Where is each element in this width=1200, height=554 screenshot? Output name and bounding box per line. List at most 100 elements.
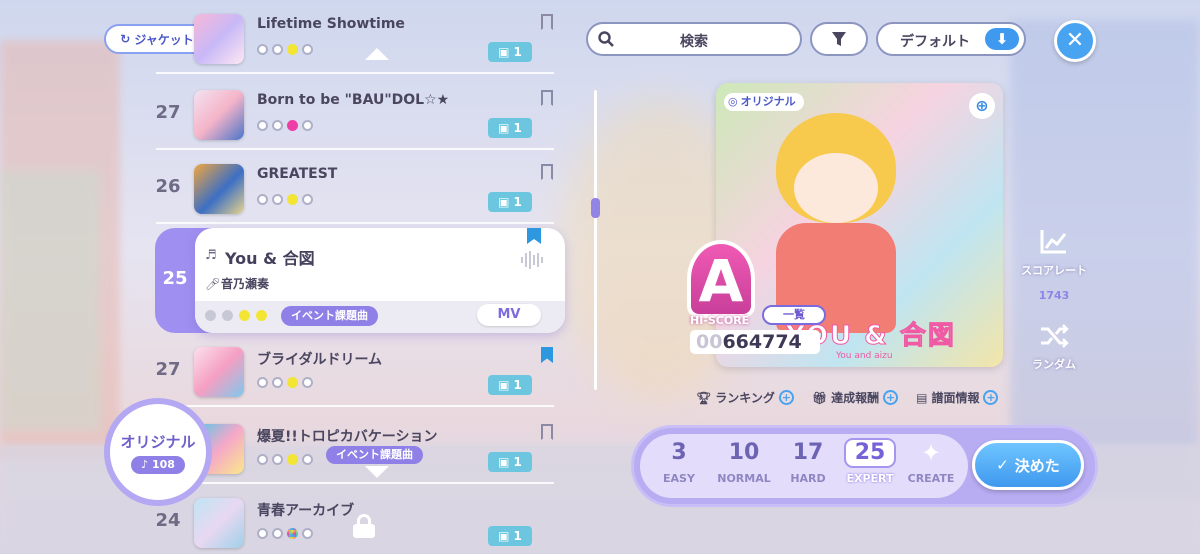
difficulty-create[interactable]: ✦ CREATE — [896, 438, 966, 485]
category-count-badge: ♪ 108 — [131, 455, 185, 474]
mv-button[interactable]: MV — [477, 304, 541, 326]
song-title: Lifetime Showtime — [257, 16, 405, 32]
search-button[interactable]: 検索 — [586, 22, 802, 56]
song-rank: 26 — [155, 176, 181, 197]
song-title: 青春アーカイブ — [257, 503, 355, 519]
song-title: You & 合図 — [225, 249, 315, 268]
score-rate-button[interactable]: スコアレート — [1016, 228, 1092, 278]
info-links: 🏆︎ ランキング + 🎁︎ 達成報酬 + ▤ 譜面情報 + — [696, 389, 999, 406]
difficulty-dots — [205, 310, 267, 321]
selected-song-card[interactable]: 25 ♬ You & 合図 🎤︎ 音乃瀬奏 イベント課題曲 MV — [155, 228, 565, 333]
filter-button[interactable] — [810, 22, 868, 56]
shuffle-icon — [1041, 324, 1069, 348]
song-rank: 25 — [162, 268, 188, 289]
bookmark-icon[interactable] — [541, 164, 553, 180]
close-icon: ✕ — [1065, 28, 1085, 53]
difficulty-dots — [257, 44, 313, 55]
sort-button[interactable]: デフォルト ⬇ — [876, 22, 1026, 56]
camera-icon: ▣ — [498, 195, 510, 209]
search-label: 検索 — [680, 34, 708, 50]
trophy-icon: 🏆︎ — [696, 390, 712, 405]
zoom-plus-icon: + — [983, 390, 999, 405]
difficulty-dots — [257, 528, 313, 539]
ranking-link[interactable]: 🏆︎ ランキング + — [696, 389, 794, 406]
decide-button[interactable]: ✓ 決めた — [972, 440, 1084, 490]
song-row[interactable]: 27 Born to be "BAU"DOL☆★ ▣ 1 — [150, 84, 560, 150]
song-rank: 27 — [155, 102, 181, 123]
category-selector[interactable]: オリジナル ♪ 108 — [104, 398, 212, 506]
music-disc-icon: ◎ — [728, 95, 738, 108]
difficulty-normal[interactable]: 10 NORMAL — [709, 438, 779, 485]
event-tag: イベント課題曲 — [281, 306, 378, 326]
camera-icon: ▣ — [498, 455, 510, 469]
score-rate-value: 1743 — [1038, 289, 1070, 302]
mv-badge: ▣ 1 — [488, 452, 532, 472]
bookmark-icon[interactable] — [541, 90, 553, 106]
difficulty-dots — [257, 120, 313, 131]
close-button[interactable]: ✕ — [1054, 20, 1096, 62]
song-jacket — [194, 90, 244, 140]
music-note-icon: ♬ — [205, 248, 217, 263]
song-title: Born to be "BAU"DOL☆★ — [257, 92, 450, 108]
random-button[interactable]: ランダム — [1016, 322, 1092, 372]
zoom-plus-icon: + — [883, 390, 899, 405]
mv-badge: ▣ 1 — [488, 192, 532, 212]
difficulty-dots — [257, 454, 313, 465]
scroll-up-arrow[interactable] — [365, 48, 389, 60]
song-title: 爆夏!!トロピカバケーション — [257, 429, 438, 445]
lock-icon — [352, 514, 376, 538]
scrollbar-thumb[interactable] — [591, 198, 600, 218]
song-jacket — [194, 14, 244, 64]
camera-icon: ▣ — [498, 378, 510, 392]
camera-icon: ▣ — [498, 45, 510, 59]
hiscore-label: HI-SCORE — [690, 314, 750, 327]
bookmark-icon[interactable] — [541, 14, 553, 30]
song-artist: 音乃瀬奏 — [221, 277, 270, 291]
bookmark-icon[interactable] — [541, 424, 553, 440]
hiscore-value: 00664774 — [690, 330, 820, 354]
mv-badge: ▣ 1 — [488, 526, 532, 546]
difficulty-dots — [257, 377, 313, 388]
song-row[interactable]: 27 ブライダルドリーム ▣ 1 — [150, 341, 560, 407]
mv-badge: ▣ 1 — [488, 375, 532, 395]
event-tag: イベント課題曲 — [326, 446, 423, 464]
difficulty-dots — [257, 194, 313, 205]
song-rank: 27 — [155, 359, 181, 380]
bookmark-icon[interactable] — [527, 228, 541, 244]
song-row[interactable]: 26 GREATEST ▣ 1 — [150, 158, 560, 224]
bookmark-icon[interactable] — [541, 347, 553, 363]
zoom-icon[interactable]: ⊕ — [969, 93, 995, 119]
waveform-icon — [521, 250, 543, 270]
zoom-plus-icon: + — [778, 390, 794, 405]
song-jacket — [194, 498, 244, 548]
refresh-icon: ↻ — [120, 32, 131, 46]
score-list-button[interactable]: 一覧 — [762, 305, 826, 325]
camera-icon: ▣ — [498, 529, 510, 543]
mv-badge: ▣ 1 — [488, 118, 532, 138]
difficulty-hard[interactable]: 17 HARD — [773, 438, 843, 485]
sparkle-icon: ✦ — [920, 439, 942, 467]
difficulty-expert[interactable]: 25 EXPERT — [835, 438, 905, 485]
sort-label: デフォルト — [900, 34, 970, 50]
checkmark-icon: ✓ — [996, 456, 1009, 474]
difficulty-easy[interactable]: 3 EASY — [644, 438, 714, 485]
song-jacket — [194, 347, 244, 397]
song-rank: 24 — [155, 510, 181, 531]
song-row[interactable]: Lifetime Showtime ▣ 1 — [150, 8, 560, 74]
camera-icon: ▣ — [498, 121, 510, 135]
song-title: ブライダルドリーム — [257, 352, 383, 368]
scrollbar-track[interactable] — [594, 90, 597, 390]
chart-line-icon — [1040, 230, 1067, 254]
music-note-icon: ♪ — [141, 457, 152, 471]
gift-icon: 🎁︎ — [811, 390, 828, 405]
jacket-artwork: ◎ オリジナル ⊕ YOU & 合図 You and aizu — [716, 83, 1003, 367]
original-tag: ◎ オリジナル — [724, 93, 804, 111]
scroll-down-arrow[interactable] — [365, 466, 389, 478]
difficulty-bar: 3 EASY 10 NORMAL 17 HARD 25 EXPERT ✦ CREATE ✓… — [631, 425, 1098, 507]
song-jacket — [194, 164, 244, 214]
category-label: オリジナル — [120, 432, 196, 451]
filter-icon — [832, 32, 846, 46]
mv-badge: ▣ 1 — [488, 42, 532, 62]
rewards-link[interactable]: 🎁︎ 達成報酬 + — [811, 389, 899, 406]
chart-info-link[interactable]: ▤ 譜面情報 + — [916, 389, 999, 406]
